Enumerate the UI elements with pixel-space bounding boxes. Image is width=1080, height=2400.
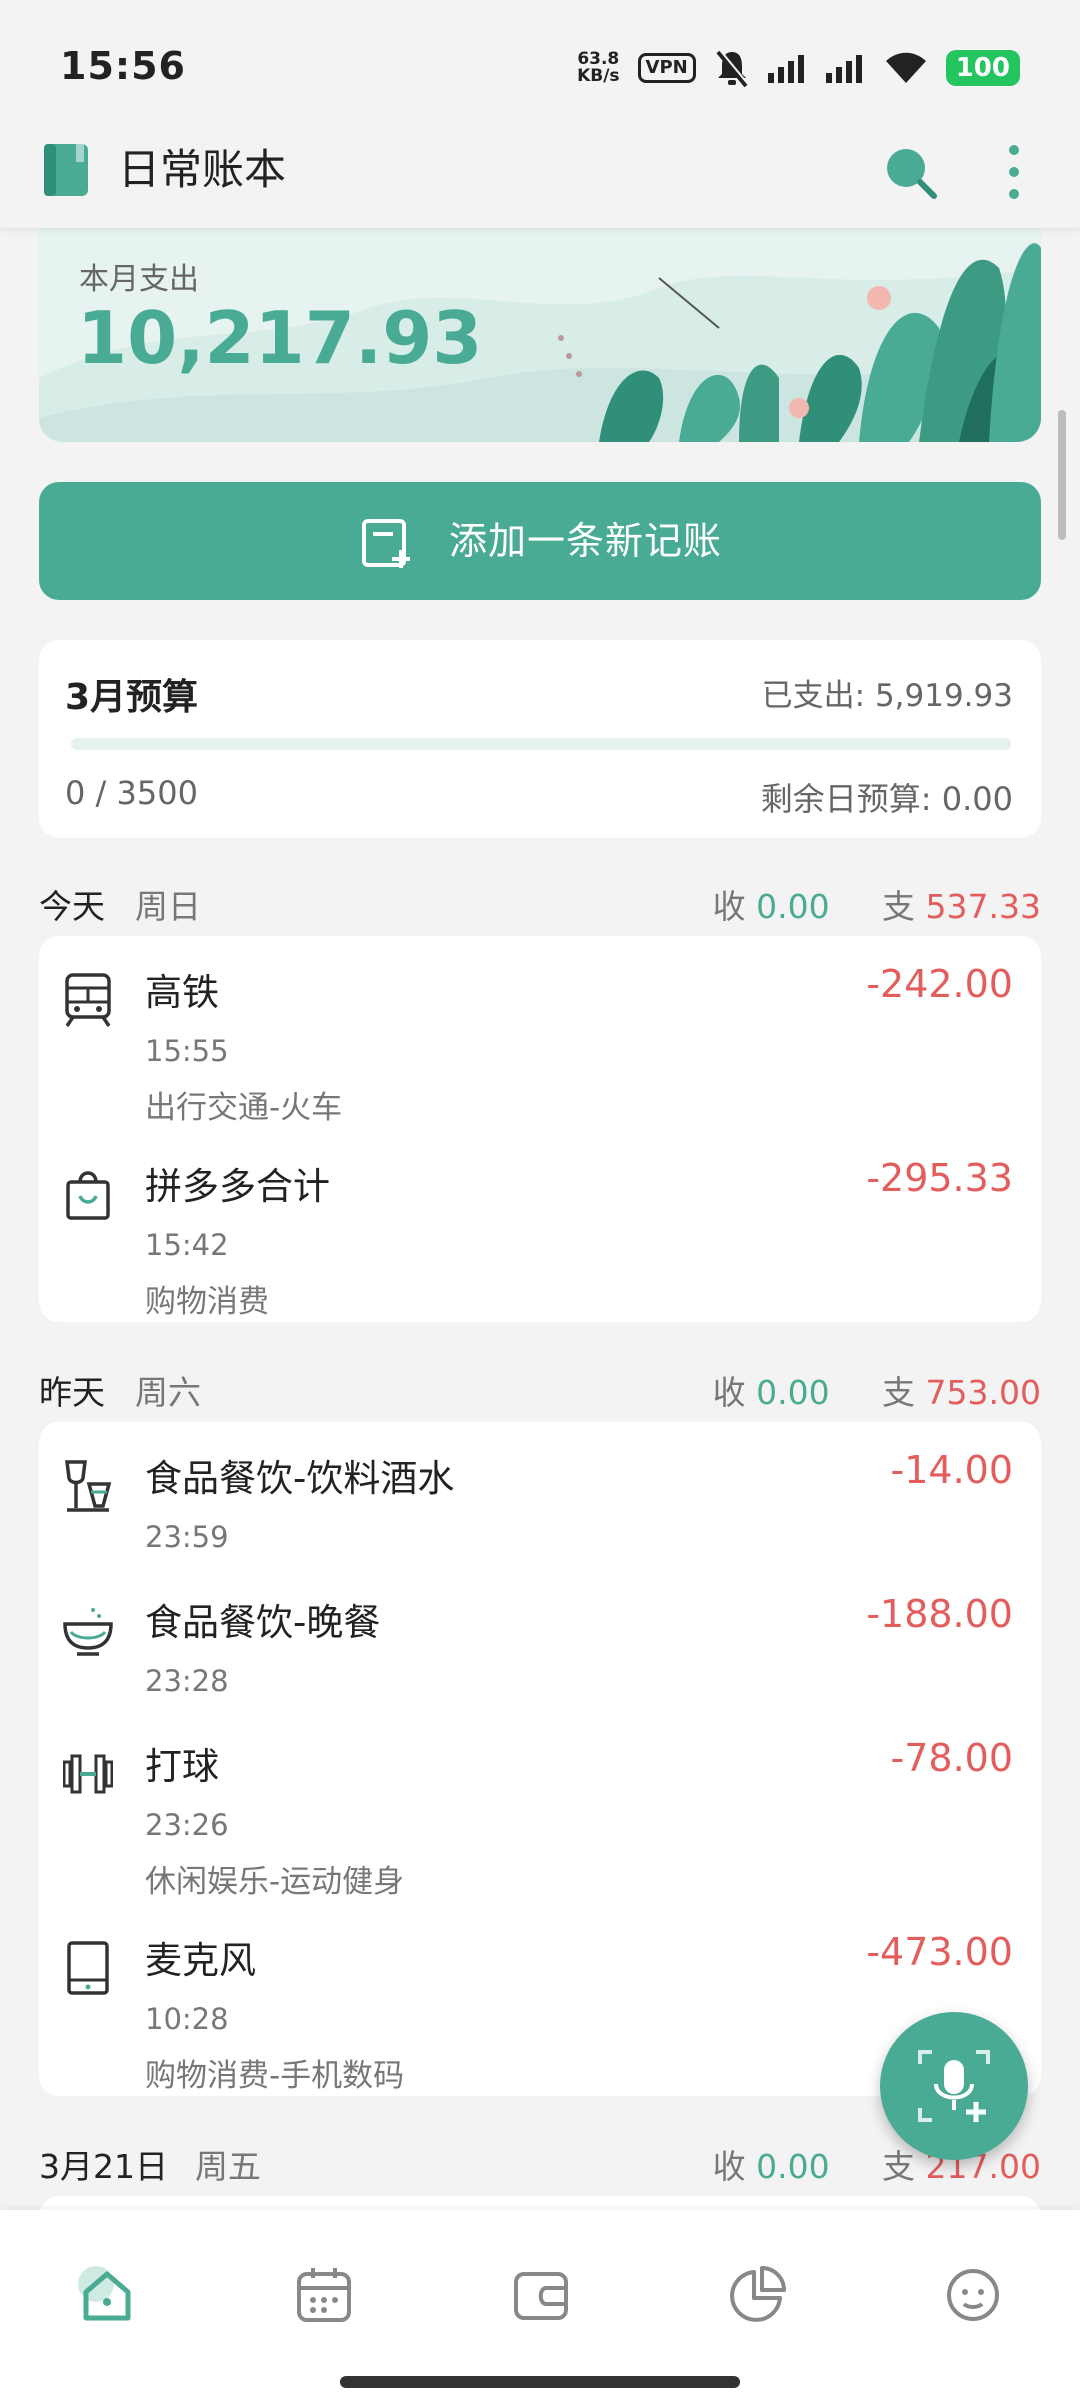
- day-expense: 753.00: [925, 1373, 1041, 1412]
- transaction-title: 拼多多合计: [145, 1165, 330, 1208]
- bowl-icon: [63, 1608, 113, 1656]
- weekday-label: 周六: [135, 1373, 201, 1412]
- month-expense-label: 本月支出: [79, 262, 199, 297]
- day-income: 0.00: [756, 887, 830, 926]
- transaction-title: 食品餐饮-晚餐: [145, 1601, 381, 1644]
- day-card-today: 高铁 15:55 出行交通-火车 -242.00 拼多多合计 15:42 购物消…: [39, 936, 1041, 1322]
- weekday-label: 周日: [135, 887, 201, 926]
- transaction-title: 打球: [145, 1745, 219, 1788]
- more-options-icon[interactable]: [990, 140, 1038, 204]
- transaction-time: 23:28: [145, 1664, 229, 1698]
- battery-icon: 100: [945, 50, 1020, 86]
- transaction-category: 休闲娱乐-运动健身: [145, 1864, 405, 1900]
- train-icon: [65, 973, 111, 1027]
- gesture-home-bar[interactable]: [340, 2376, 740, 2388]
- voice-add-button[interactable]: [880, 2012, 1028, 2160]
- weekday-label: 周五: [195, 2147, 261, 2186]
- chart-pie-icon[interactable]: [722, 2260, 792, 2330]
- wifi-icon: [885, 52, 926, 83]
- add-record-label: 添加一条新记账: [449, 519, 723, 563]
- transaction-amount: -14.00: [890, 1448, 1014, 1492]
- transaction-time: 23:26: [145, 1808, 229, 1842]
- shopping-bag-icon: [66, 1171, 110, 1220]
- transaction-amount: -295.33: [866, 1156, 1013, 1200]
- transaction-time: 15:42: [145, 1228, 229, 1262]
- day-header-yesterday: 昨天 周六 收 0.00 支 753.00: [39, 1358, 1041, 1414]
- transaction-amount: -188.00: [866, 1592, 1013, 1636]
- calendar-icon[interactable]: [289, 2260, 359, 2330]
- microphone-plus-icon: [918, 2050, 990, 2122]
- home-icon[interactable]: [72, 2260, 142, 2330]
- dumbbell-icon: [63, 1754, 113, 1794]
- net-speed: 63.8 KB/s: [577, 49, 620, 86]
- status-icons: 63.8 KB/s VPN 100: [577, 46, 1020, 90]
- ledger-book-icon: [44, 144, 88, 196]
- vpn-icon: VPN: [637, 53, 696, 83]
- budget-daily-remaining: 剩余日预算: 0.00: [760, 780, 1013, 818]
- signal-icon: [767, 55, 804, 83]
- budget-progress-bar: [71, 738, 1011, 750]
- app-title: 日常账本: [118, 145, 287, 194]
- transaction-amount: -473.00: [866, 1930, 1013, 1974]
- add-note-icon: [362, 519, 410, 568]
- transaction-row[interactable]: 拼多多合计 15:42 购物消费 -295.33: [39, 1144, 1041, 1320]
- day-card-yesterday: 食品餐饮-饮料酒水 23:59 -14.00 食品餐饮-晚餐 23:28 -18…: [39, 1422, 1041, 2096]
- day-expense: 537.33: [925, 887, 1041, 926]
- budget-title: 3月预算: [65, 677, 199, 718]
- transaction-row[interactable]: 食品餐饮-晚餐 23:28 -188.00: [39, 1580, 1041, 1710]
- transaction-row[interactable]: 打球 23:26 休闲娱乐-运动健身 -78.00: [39, 1724, 1041, 1904]
- transaction-amount: -78.00: [890, 1736, 1014, 1780]
- transaction-title: 食品餐饮-饮料酒水: [145, 1457, 455, 1500]
- transaction-category: 购物消费-手机数码: [145, 2058, 405, 2094]
- mute-bell-icon: [716, 49, 749, 88]
- phone-icon: [67, 1941, 109, 1995]
- transaction-category: 购物消费: [145, 1284, 269, 1320]
- day-income: 0.00: [756, 2147, 830, 2186]
- day-label: 昨天: [39, 1373, 105, 1412]
- transaction-amount: -242.00: [866, 962, 1013, 1006]
- day-label: 3月21日: [39, 2147, 168, 2186]
- day-header-mar21: 3月21日 周五 收 0.00 支 217.00: [39, 2132, 1041, 2188]
- budget-spent: 已支出: 5,919.93: [761, 678, 1013, 714]
- day-label: 今天: [39, 887, 105, 926]
- wine-glass-icon: [65, 1460, 112, 1512]
- day-totals: 收 0.00 支 753.00: [712, 1373, 1041, 1412]
- scrollbar[interactable]: [1058, 410, 1066, 540]
- wallet-icon[interactable]: [506, 2260, 576, 2330]
- search-icon[interactable]: [880, 142, 940, 202]
- budget-used: 0 / 3500: [65, 774, 198, 812]
- transaction-time: 23:59: [145, 1520, 229, 1554]
- transaction-category: 出行交通-火车: [145, 1090, 343, 1126]
- month-expense-amount: 10,217.93: [77, 296, 483, 380]
- transaction-time: 15:55: [145, 1034, 229, 1068]
- budget-card[interactable]: 3月预算 已支出: 5,919.93 0 / 3500 剩余日预算: 0.00: [39, 640, 1041, 838]
- app-bar: 日常账本: [0, 120, 1080, 228]
- add-record-button[interactable]: 添加一条新记账: [39, 482, 1041, 600]
- bottom-navigation: [0, 2210, 1080, 2400]
- transaction-row[interactable]: 高铁 15:55 出行交通-火车 -242.00: [39, 950, 1041, 1140]
- transaction-row[interactable]: 食品餐饮-饮料酒水 23:59 -14.00: [39, 1436, 1041, 1566]
- day-totals: 收 0.00 支 537.33: [712, 887, 1041, 926]
- profile-icon[interactable]: [938, 2260, 1008, 2330]
- signal-icon-2: [825, 55, 862, 83]
- status-bar: 15:56 63.8 KB/s VPN 100: [0, 0, 1080, 120]
- transaction-time: 10:28: [145, 2002, 229, 2036]
- day-header-today: 今天 周日 收 0.00 支 537.33: [39, 872, 1041, 928]
- monthly-expense-banner[interactable]: 本月支出 10,217.93: [39, 228, 1041, 442]
- transaction-title: 高铁: [145, 971, 219, 1014]
- status-time: 15:56: [60, 44, 186, 88]
- day-income: 0.00: [756, 1373, 830, 1412]
- transaction-title: 麦克风: [145, 1939, 256, 1982]
